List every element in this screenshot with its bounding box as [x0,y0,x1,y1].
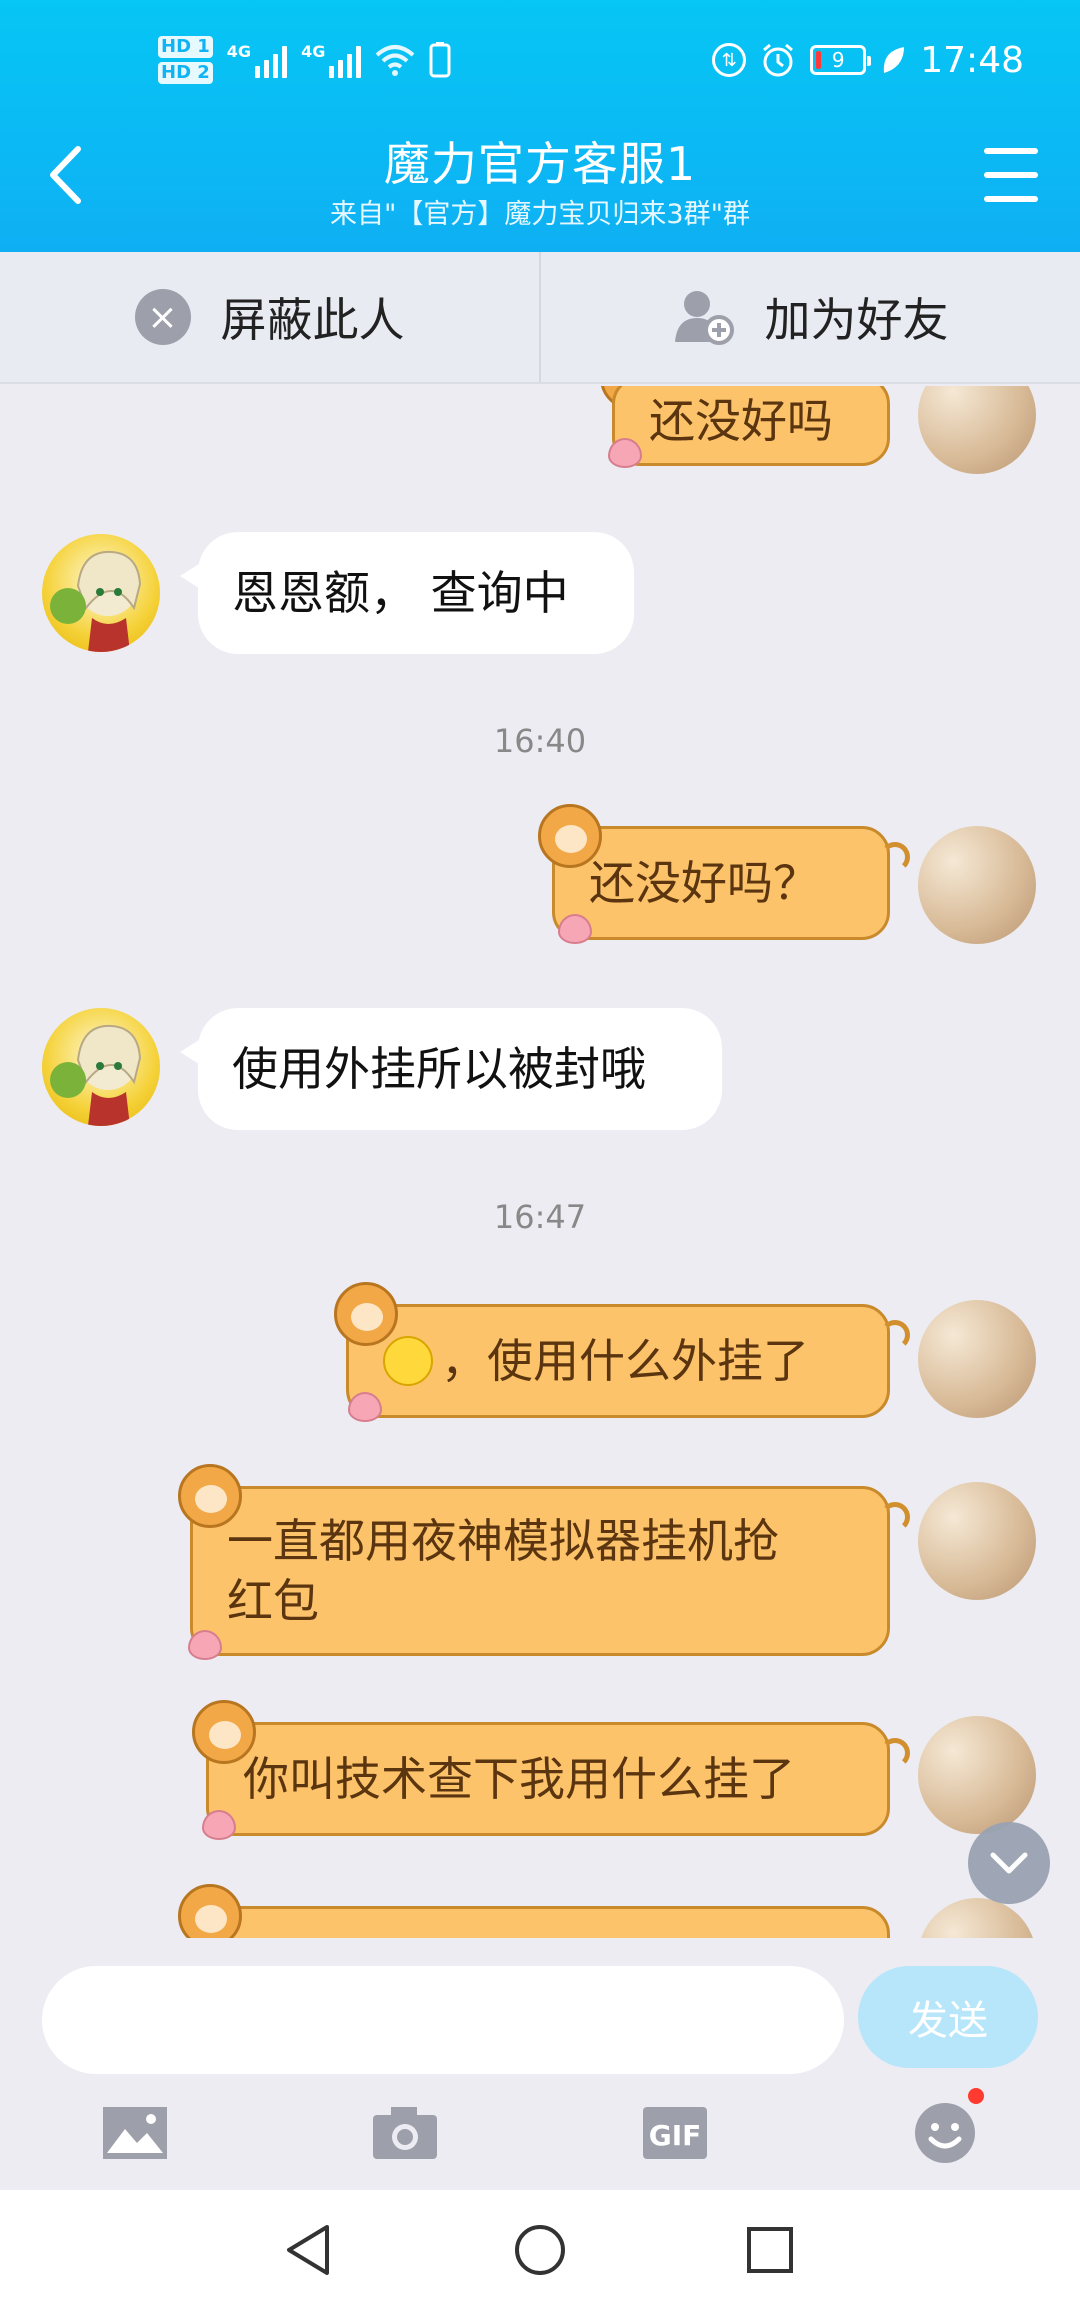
clock: 17:48 [920,39,1024,81]
message-input[interactable] [42,1966,844,2074]
message-timestamp: 16:47 [493,1198,587,1236]
phone-battery-icon [429,42,451,78]
triangle-back-icon [287,2225,329,2275]
my-avatar[interactable] [918,386,1036,474]
tail-decoration [880,1502,910,1532]
monkey-decoration [178,1464,242,1528]
tail-decoration [880,1738,910,1768]
my-avatar[interactable] [918,826,1036,944]
my-avatar[interactable] [918,1898,1036,1938]
status-right: ⇅ 9 17:48 [712,32,1024,88]
battery-icon: 9 [810,45,872,75]
send-label: 发送 [908,1998,988,2044]
nav-back-button[interactable] [278,2220,338,2280]
message-text-line-1: 一直都用夜神模拟器挂机抢 [227,1514,779,1568]
status-left: HD 1 HD 2 4G 4G [158,32,451,88]
camera-button[interactable] [370,2098,440,2168]
peach-decoration [188,1630,222,1660]
monkey-decoration [192,1700,256,1764]
hd-indicator: HD 1 HD 2 [158,36,213,84]
hd2-label: HD 2 [158,62,213,84]
system-nav-bar [0,2190,1080,2310]
emoji-icon [915,2103,975,2163]
signal-icon-2: 4G [301,42,362,78]
stranger-action-bar: × 屏蔽此人 加为好友 [0,252,1080,384]
header: HD 1 HD 2 4G 4G ⇅ 9 17:48 魔力官方客服1 来自"【官方… [0,0,1080,252]
agent-message-bubble[interactable]: 恩恩额， 查询中 [180,532,634,654]
my-message-bubble[interactable]: 一直都用夜神模拟器挂机抢 红包 [190,1486,890,1656]
monkey-decoration [178,1884,242,1938]
block-icon: × [134,289,191,345]
image-button[interactable] [100,2098,170,2168]
message-text: 还没好吗？ [589,856,819,910]
message-text: ，使用什么外挂了 [441,1334,809,1388]
agent-avatar[interactable] [42,1008,160,1126]
chat-subtitle: 来自"【官方】魔力宝贝归来3群"群 [329,199,750,230]
block-user-label: 屏蔽此人 [220,293,405,347]
message-timestamp: 16:40 [493,722,587,760]
my-avatar[interactable] [918,1716,1036,1834]
alarm-icon [763,43,794,77]
monkey-decoration [334,1282,398,1346]
data-saver-icon: ⇅ [712,43,747,77]
status-bar: HD 1 HD 2 4G 4G ⇅ 9 17:48 [0,0,1080,120]
dizzy-face-emoji-icon [383,1336,433,1386]
nav-recents-button[interactable] [740,2220,800,2280]
add-friend-button[interactable]: 加为好友 [539,252,1080,382]
peach-decoration [202,1810,236,1840]
chevron-down-icon [990,1852,1028,1874]
chat-title: 魔力官方客服1 [383,137,697,191]
image-icon [103,2107,167,2159]
message-text: 恩恩额， 查询中 [232,566,569,620]
message-text-line-2: 红包 [227,1574,319,1628]
battery-level: 9 [831,48,845,72]
my-message-bubble-partial[interactable] [190,1906,890,1938]
agent-message-bubble[interactable]: 使用外挂所以被封哦 [180,1008,722,1130]
message-text: 还没好吗 [649,394,833,448]
leaf-icon [884,47,905,73]
peach-decoration [558,914,592,944]
send-button[interactable]: 发送 [858,1966,1038,2068]
add-friend-label: 加为好友 [764,293,949,347]
my-message-bubble[interactable]: 你叫技术查下我用什么挂了 [206,1722,890,1836]
menu-icon [984,148,1038,154]
tail-decoration [880,1320,910,1350]
composer: 发送 GIF [0,1938,1080,2190]
circle-home-icon [515,2225,565,2275]
my-message-bubble[interactable]: 还没好吗 [612,386,890,466]
my-message-bubble[interactable]: ，使用什么外挂了 [346,1304,890,1418]
scroll-to-bottom-button[interactable] [968,1822,1050,1904]
agent-avatar-illustration [50,1024,142,1126]
nav-home-button[interactable] [510,2220,570,2280]
menu-button[interactable] [984,148,1038,202]
notification-dot [968,2088,984,2104]
tail-decoration [880,842,910,872]
agent-avatar[interactable] [42,534,160,652]
camera-icon [373,2107,437,2159]
agent-avatar-illustration [50,550,142,652]
composer-toolbar: GIF [0,2088,1080,2190]
hd1-label: HD 1 [158,36,213,58]
my-avatar[interactable] [918,1482,1036,1600]
chat-area[interactable]: 还没好吗 恩恩额， 查询中 16:40 还没好吗？ 使用外挂所以被封哦 16:4… [0,386,1080,1938]
signal-icon-1: 4G [227,42,288,78]
add-friend-icon [674,291,734,345]
gif-label: GIF [649,2119,702,2152]
square-recents-icon [747,2227,793,2273]
peach-decoration [608,438,642,468]
my-avatar[interactable] [918,1300,1036,1418]
gif-icon: GIF [643,2107,707,2159]
emoji-button[interactable] [910,2088,984,2168]
message-text: 你叫技术查下我用什么挂了 [243,1752,795,1806]
peach-decoration [348,1392,382,1422]
gif-button[interactable]: GIF [640,2098,710,2168]
monkey-decoration [538,804,602,868]
block-user-button[interactable]: × 屏蔽此人 [0,252,539,382]
message-text: 使用外挂所以被封哦 [232,1042,646,1096]
my-message-bubble[interactable]: 还没好吗？ [552,826,890,940]
wifi-icon [376,45,415,76]
